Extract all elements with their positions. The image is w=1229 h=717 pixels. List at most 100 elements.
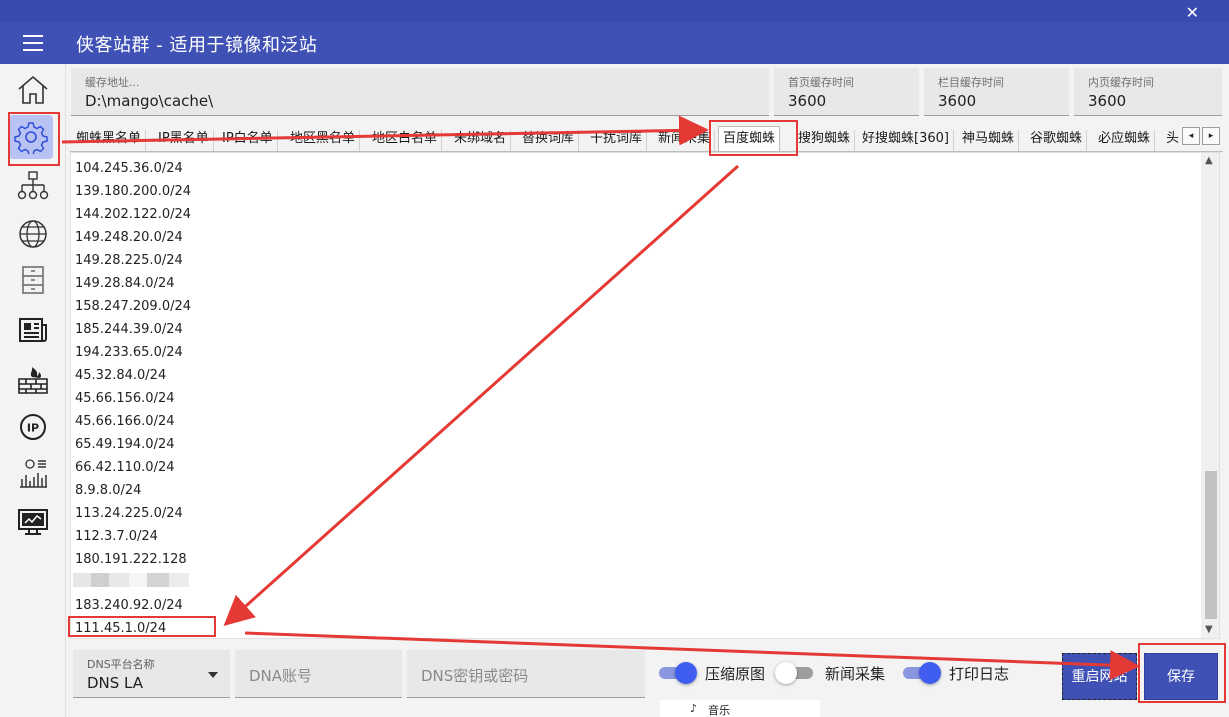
ip-icon: IP (20, 414, 46, 440)
list-item: 185.244.39.0/24 (75, 322, 183, 337)
svg-text:IP: IP (27, 422, 39, 435)
list-item: 112.3.7.0/24 (75, 529, 158, 544)
window-top-strip (0, 0, 1229, 22)
list-item: 113.24.225.0/24 (75, 506, 183, 521)
tab-region-whitelist[interactable]: 地区白名单 (368, 130, 443, 151)
globe-icon (19, 220, 47, 248)
ip-list-editor[interactable]: 104.245.36.0/24 139.180.200.0/24 144.202… (70, 152, 1220, 639)
title-bar: ✕ 侠客站群 - 适用于镜像和泛站 (0, 0, 1229, 64)
list-item: 66.42.110.0/24 (75, 460, 175, 475)
tab-ip-blacklist[interactable]: IP黑名单 (154, 130, 214, 151)
cache-path-field[interactable]: 缓存地址... D:\mango\cache\ (71, 68, 769, 116)
home-cache-time-field[interactable]: 首页缓存时间 3600 (774, 68, 919, 116)
list-item: 149.28.225.0/24 (75, 253, 183, 268)
app-title: 侠客站群 - 适用于镜像和泛站 (76, 35, 318, 56)
home-cache-time-value: 3600 (788, 92, 827, 110)
app-window: ✕ 侠客站群 - 适用于镜像和泛站 IP 缓存地址... D:\mango\ca… (0, 0, 1229, 717)
dns-secret-placeholder: DNS密钥或密码 (421, 667, 529, 685)
taskbar-fragment: ♪ 音乐 (660, 700, 820, 717)
news-collect-label: 新闻采集 (825, 665, 886, 683)
column-cache-time-value: 3600 (938, 92, 977, 110)
cache-path-value: D:\mango\cache\ (85, 92, 214, 110)
tab-scroll-right-button[interactable]: ▸ (1202, 127, 1220, 145)
list-item: 183.240.92.0/24 (75, 598, 183, 613)
tab-google-spider[interactable]: 谷歌蜘蛛 (1026, 130, 1088, 151)
compress-image-toggle[interactable] (657, 661, 697, 684)
scroll-up-arrow-icon[interactable]: ▲ (1205, 155, 1213, 166)
list-item: 8.9.8.0/24 (75, 483, 142, 498)
news-collect-toggle[interactable] (775, 661, 815, 684)
close-icon[interactable]: ✕ (1186, 3, 1199, 22)
print-log-label: 打印日志 (949, 665, 1010, 683)
tab-region-blacklist[interactable]: 地区黑名单 (286, 130, 361, 151)
sitemap-icon (17, 171, 49, 200)
tab-noise-words[interactable]: 干扰词库 (586, 130, 648, 151)
list-item: 104.245.36.0/24 (75, 161, 183, 176)
list-item: 65.49.194.0/24 (75, 437, 175, 452)
list-item: 139.180.200.0/24 (75, 184, 192, 199)
list-item: 158.247.209.0/24 (75, 299, 192, 314)
tab-scroll-left-button[interactable]: ◂ (1182, 127, 1200, 145)
restart-site-button[interactable]: 重启网站 (1062, 653, 1137, 700)
scrollbar-thumb[interactable] (1205, 471, 1217, 619)
nav-stats[interactable] (13, 454, 53, 494)
tab-sogou-spider[interactable]: 搜狗蜘蛛 (794, 130, 856, 151)
hamburger-menu-icon[interactable] (23, 35, 43, 51)
nav-sitemap[interactable] (13, 166, 53, 206)
dns-platform-label: DNS平台名称 (87, 658, 155, 671)
tab-haosou-spider[interactable]: 好搜蜘蛛[360] (858, 130, 954, 151)
cache-path-label: 缓存地址... (85, 76, 140, 89)
nav-ip[interactable]: IP (13, 407, 53, 447)
inner-cache-time-value: 3600 (1088, 92, 1127, 110)
column-cache-time-label: 栏目缓存时间 (938, 76, 1004, 89)
list-item: 144.202.122.0/24 (75, 207, 192, 222)
left-nav-rail: IP (0, 64, 66, 717)
list-item: 45.66.166.0/24 (75, 414, 175, 429)
dns-secret-field[interactable]: DNS密钥或密码 (407, 650, 645, 698)
list-item: 149.248.20.0/24 (75, 230, 183, 245)
scroll-down-arrow-icon[interactable]: ▼ (1205, 624, 1213, 635)
nav-firewall[interactable] (13, 360, 53, 400)
tab-shenma-spider[interactable]: 神马蜘蛛 (958, 130, 1020, 151)
chevron-down-icon (208, 672, 218, 678)
tab-spider-blacklist[interactable]: 蜘蛛黑名单 (72, 130, 147, 151)
list-item: 45.32.84.0/24 (75, 368, 167, 383)
inner-cache-time-label: 内页缓存时间 (1088, 76, 1154, 89)
print-log-toggle[interactable] (901, 661, 941, 684)
tab-bing-spider[interactable]: 必应蜘蛛 (1094, 130, 1156, 151)
tab-news-collect[interactable]: 新闻采集 (654, 130, 716, 151)
tab-baidu-spider[interactable]: 百度蜘蛛 (718, 126, 781, 151)
dns-account-field[interactable]: DNA账号 (235, 650, 402, 698)
tab-ip-whitelist[interactable]: IP白名单 (218, 130, 278, 151)
dns-platform-select[interactable]: DNS平台名称 DNS LA (73, 650, 230, 698)
list-item: 149.28.84.0/24 (75, 276, 175, 291)
cabinet-icon (22, 266, 44, 294)
newspaper-icon (19, 318, 47, 342)
nav-cabinet[interactable] (13, 260, 53, 300)
nav-settings[interactable] (9, 115, 53, 159)
gear-icon (14, 122, 48, 154)
nav-globe[interactable] (13, 214, 53, 254)
dns-account-placeholder: DNA账号 (249, 667, 313, 685)
list-tabs: 蜘蛛黑名单 IP黑名单 IP白名单 地区黑名单 地区白名单 未绑域名 替换词库 … (70, 126, 1223, 152)
nav-home[interactable] (13, 70, 53, 110)
column-cache-time-field[interactable]: 栏目缓存时间 3600 (924, 68, 1069, 116)
save-button[interactable]: 保存 (1144, 653, 1218, 700)
editor-scrollbar[interactable]: ▲ ▼ (1201, 153, 1219, 638)
tab-unbound-domains[interactable]: 未绑域名 (450, 130, 512, 151)
tab-overflow[interactable]: 头 (1162, 130, 1183, 151)
dns-platform-value: DNS LA (87, 674, 144, 692)
list-item-new-entry: 111.45.1.0/24 (75, 621, 167, 636)
tab-replace-words[interactable]: 替换词库 (518, 130, 580, 151)
list-item: 180.191.222.128 (75, 552, 187, 567)
stats-icon (20, 459, 47, 488)
music-note-icon: ♪ (690, 702, 698, 715)
list-item: 45.66.156.0/24 (75, 391, 175, 406)
taskbar-fragment-label: 音乐 (708, 704, 730, 717)
nav-monitor[interactable] (13, 502, 53, 542)
monitor-icon (18, 509, 48, 535)
home-icon (18, 75, 48, 104)
inner-cache-time-field[interactable]: 内页缓存时间 3600 (1074, 68, 1222, 116)
nav-news[interactable] (13, 310, 53, 350)
firewall-icon (18, 367, 48, 394)
